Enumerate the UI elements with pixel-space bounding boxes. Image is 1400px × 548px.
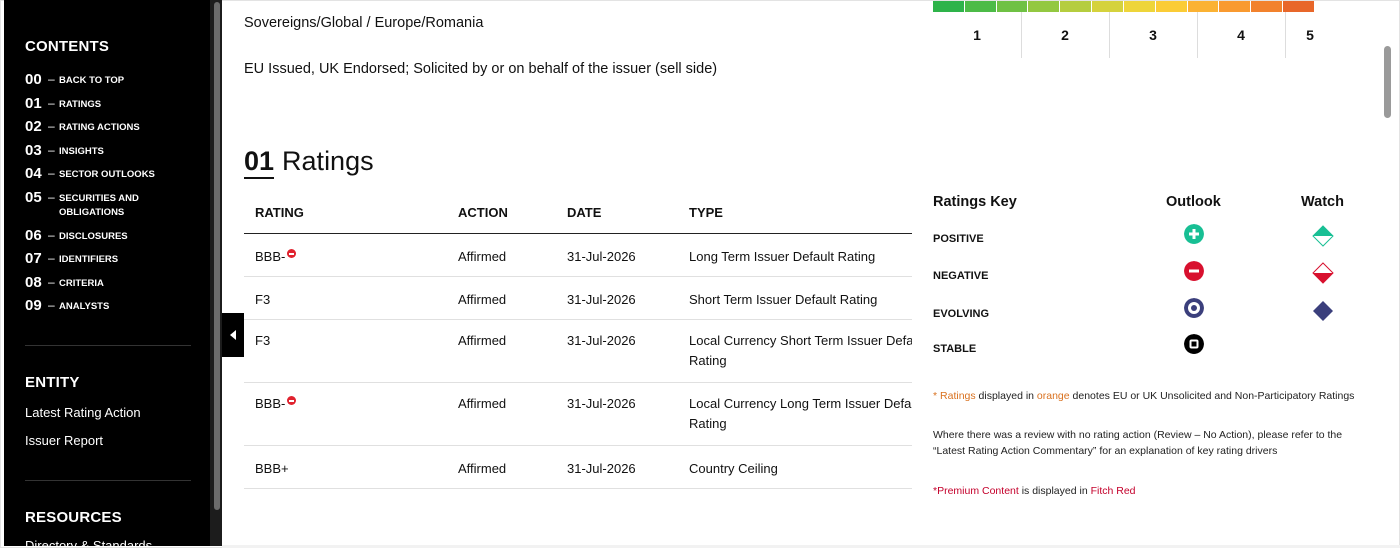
scale-color-segment	[1283, 1, 1315, 12]
section-heading: Ratings	[282, 146, 374, 176]
scale-label: 4	[1237, 27, 1245, 43]
date-cell: 31-Jul-2026	[567, 461, 636, 476]
entity-heading: ENTITY	[25, 374, 80, 391]
rating-cell: F3	[255, 333, 271, 348]
directory-standards-link[interactable]: Directory & Standards	[25, 538, 152, 546]
table-row: BBB- Affirmed 31-Jul-2026 Local Currency…	[244, 383, 912, 446]
scale-color-segment	[1155, 1, 1188, 12]
rating-cell: F3	[255, 292, 271, 307]
ratings-table: RATING ACTION DATE TYPE BBB- Affirmed 31…	[244, 191, 912, 489]
action-cell: Affirmed	[458, 292, 507, 307]
negative-watch-icon	[1312, 262, 1334, 284]
review-note: Where there was a review with no rating …	[933, 429, 1343, 457]
date-cell: 31-Jul-2026	[567, 249, 636, 264]
positive-watch-icon	[1312, 225, 1334, 247]
type-cell: Local Currency Long Term Issuer Default …	[689, 396, 912, 431]
type-column-header: TYPE	[689, 205, 723, 220]
contents-heading: CONTENTS	[25, 38, 110, 55]
stable-label: STABLE	[933, 343, 977, 355]
outlook-heading: Outlook	[1166, 194, 1221, 210]
scale-color-segment	[964, 1, 997, 12]
orange-ratings-note: * Ratings displayed in orange denotes EU…	[933, 390, 1355, 402]
date-column-header: DATE	[567, 205, 602, 220]
rating-scale: 1 2 3 4 5	[933, 0, 1315, 58]
table-header: RATING ACTION DATE TYPE	[244, 191, 912, 234]
scale-color-segment	[1251, 1, 1284, 12]
rating-cell: BBB-	[255, 394, 297, 414]
rating-cell: BBB+	[255, 461, 289, 476]
type-cell: Short Term Issuer Default Rating	[689, 292, 878, 307]
type-cell: Country Ceiling	[689, 461, 778, 476]
negative-outlook-icon	[1184, 261, 1204, 281]
evolving-label: EVOLVING	[933, 308, 990, 320]
negative-label: NEGATIVE	[933, 270, 989, 282]
scale-label: 2	[1061, 27, 1069, 43]
scale-color-segment	[1123, 1, 1156, 12]
scale-color-segment	[1092, 1, 1124, 12]
table-row: F3 Affirmed 31-Jul-2026 Short Term Issue…	[244, 277, 912, 320]
section-number: 01	[244, 146, 275, 179]
sidebar-divider	[25, 345, 191, 346]
resources-heading: RESOURCES	[25, 509, 122, 526]
scale-color-segment	[1187, 1, 1220, 12]
positive-label: POSITIVE	[933, 233, 984, 245]
premium-content-note: *Premium Content is displayed in Fitch R…	[933, 485, 1136, 497]
date-cell: 31-Jul-2026	[567, 292, 636, 307]
endorsement-status: EU Issued, UK Endorsed; Solicited by or …	[244, 61, 718, 77]
scale-label: 1	[973, 27, 981, 43]
issuer-report-link[interactable]: Issuer Report	[25, 433, 103, 448]
scale-color-segment	[1028, 1, 1061, 12]
action-cell: Affirmed	[458, 396, 507, 411]
date-cell: 31-Jul-2026	[567, 396, 636, 411]
collapse-sidebar-button[interactable]	[222, 313, 244, 357]
evolving-outlook-icon	[1184, 298, 1204, 318]
table-row: BBB- Affirmed 31-Jul-2026 Long Term Issu…	[244, 234, 912, 277]
rating-scale-bar	[933, 1, 1315, 12]
sector-path: Sovereigns/Global / Europe/Romania	[244, 15, 484, 31]
positive-outlook-icon	[1184, 224, 1204, 244]
negative-outlook-icon	[287, 249, 297, 258]
contents-sidebar: CONTENTS 00– BACK TO TOP 01– RATINGS 02– RA…	[4, 0, 210, 546]
scale-color-segment	[996, 1, 1029, 12]
rating-cell: BBB-	[255, 247, 297, 267]
stable-outlook-icon	[1184, 334, 1204, 354]
negative-outlook-icon	[287, 396, 297, 405]
latest-rating-action-link[interactable]: Latest Rating Action	[25, 405, 141, 420]
scale-color-segment	[933, 1, 965, 12]
type-cell: Local Currency Short Term Issuer Default…	[689, 333, 912, 368]
page-scrollbar-thumb[interactable]	[1384, 46, 1391, 118]
sidebar-divider	[25, 480, 191, 481]
date-cell: 31-Jul-2026	[567, 333, 636, 348]
scale-label: 3	[1149, 27, 1157, 43]
section-title: 01 Ratings	[244, 146, 374, 179]
action-column-header: ACTION	[458, 205, 508, 220]
action-cell: Affirmed	[458, 333, 507, 348]
sidebar-scrollbar-thumb[interactable]	[214, 2, 220, 510]
scale-label: 5	[1306, 27, 1314, 43]
evolving-watch-icon	[1313, 301, 1333, 321]
action-cell: Affirmed	[458, 461, 507, 476]
table-row: BBB+ Affirmed 31-Jul-2026 Country Ceilin…	[244, 446, 912, 489]
ratings-key-heading: Ratings Key	[933, 194, 1017, 210]
scale-color-segment	[1219, 1, 1252, 12]
caret-left-icon	[229, 330, 236, 340]
rating-column-header: RATING	[255, 205, 304, 220]
action-cell: Affirmed	[458, 249, 507, 264]
type-cell: Long Term Issuer Default Rating	[689, 249, 876, 264]
table-row: F3 Affirmed 31-Jul-2026 Local Currency S…	[244, 320, 912, 383]
scale-color-segment	[1060, 1, 1093, 12]
watch-heading: Watch	[1301, 194, 1344, 210]
